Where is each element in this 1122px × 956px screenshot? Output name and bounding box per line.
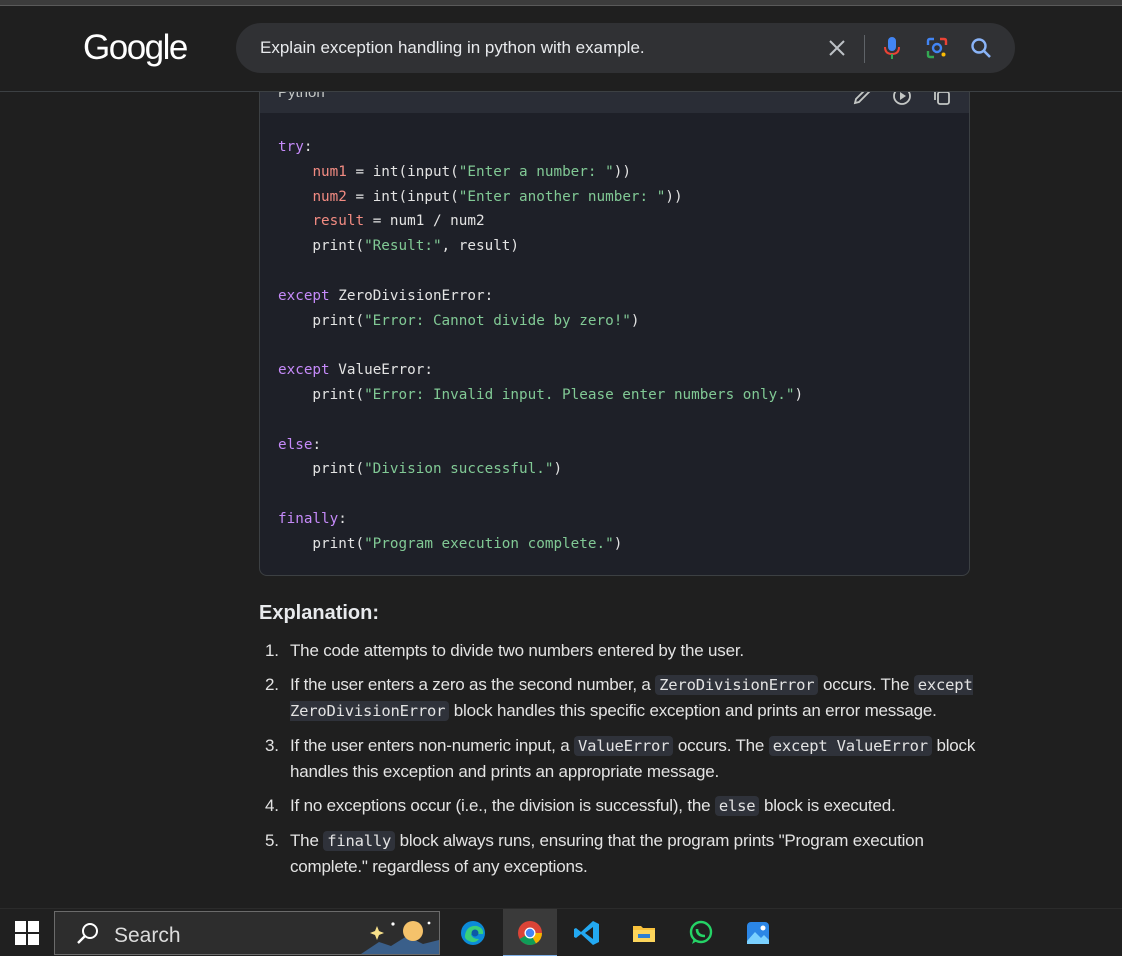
explanation-heading: Explanation: — [259, 602, 380, 624]
code-language-label: Python — [278, 92, 325, 101]
search-divider — [864, 35, 865, 63]
whatsapp-icon[interactable] — [674, 909, 728, 956]
search-box[interactable]: Explain exception handling in python wit… — [236, 23, 1015, 73]
microphone-icon[interactable] — [880, 36, 904, 60]
list-item: 1. The code attempts to divide two number… — [265, 641, 744, 660]
inline-code: ZeroDivisionError — [655, 675, 819, 695]
taskbar-search-box[interactable]: Search — [54, 911, 440, 955]
windows-taskbar: Search — [0, 908, 1122, 956]
edit-icon[interactable] — [851, 92, 873, 107]
code-block-header: Python — [260, 92, 969, 113]
search-input[interactable]: Explain exception handling in python wit… — [260, 38, 645, 58]
explanation-list: 1. The code attempts to divide two number… — [259, 638, 979, 888]
code-block: Python try: num1 = int(input("Enter a nu… — [259, 92, 970, 576]
clear-icon[interactable] — [825, 36, 849, 60]
google-lens-icon[interactable] — [925, 36, 949, 60]
copy-icon[interactable] — [931, 92, 953, 107]
chrome-icon[interactable] — [503, 909, 557, 956]
search-icon — [75, 921, 101, 952]
vscode-icon[interactable] — [560, 909, 614, 956]
results-content: Python try: num1 = int(input("Enter a nu… — [0, 92, 1122, 907]
search-icon[interactable] — [969, 36, 993, 60]
search-highlight-icon — [361, 914, 439, 956]
file-explorer-icon[interactable] — [617, 909, 671, 956]
list-item: 4. If no exceptions occur (i.e., the divi… — [265, 796, 896, 816]
inline-code: else — [714, 796, 760, 816]
edge-icon[interactable] — [446, 909, 500, 956]
code-content[interactable]: try: num1 = int(input("Enter a number: "… — [278, 135, 803, 557]
list-item: 3. If the user enters non-numeric input, … — [265, 736, 976, 781]
inline-code: except ValueError — [768, 736, 932, 756]
list-item: 2. If the user enters a zero as the secon… — [265, 675, 973, 721]
list-item: 5. The finally block always runs, ensurin… — [265, 831, 924, 876]
google-logo[interactable]: Google — [83, 28, 188, 68]
search-header: Google Explain exception handling in pyt… — [0, 6, 1122, 92]
inline-code: ValueError — [574, 736, 674, 756]
photos-icon[interactable] — [731, 909, 785, 956]
taskbar-search-placeholder: Search — [114, 924, 181, 947]
inline-code: finally — [323, 831, 396, 851]
windows-start-icon[interactable] — [15, 921, 39, 945]
run-icon[interactable] — [891, 92, 913, 107]
